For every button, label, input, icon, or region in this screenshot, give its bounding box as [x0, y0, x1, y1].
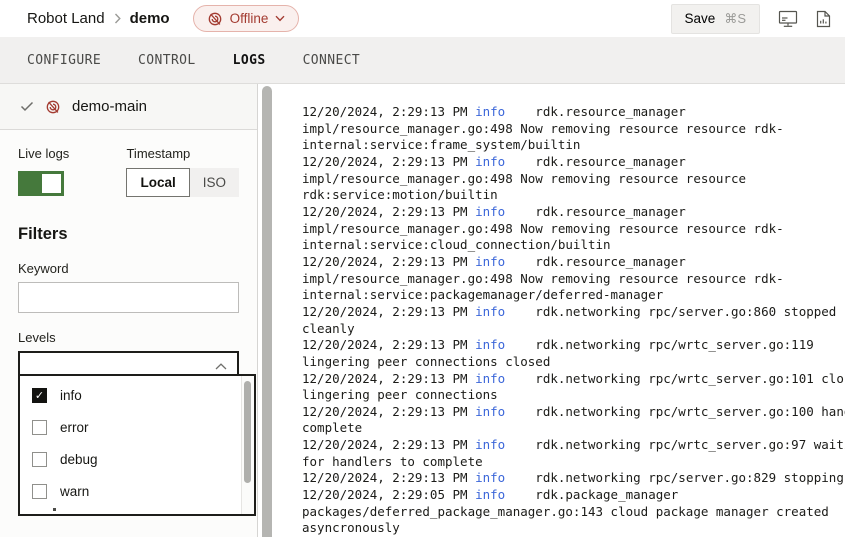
log-level: info: [475, 371, 505, 386]
log-level: info: [475, 254, 505, 269]
chevron-down-icon: [275, 15, 285, 22]
live-logs-label: Live logs: [18, 146, 126, 161]
header-actions: Save ⌘S: [671, 4, 831, 34]
tab-configure[interactable]: CONFIGURE: [27, 53, 101, 68]
log-entry: 12/20/2024, 2:29:13 PM info rdk.networki…: [302, 437, 845, 470]
log-level: info: [475, 404, 505, 419]
toggle-knob: [42, 174, 61, 193]
dropdown-scrollbar-thumb[interactable]: [244, 381, 251, 483]
checkbox-unchecked[interactable]: [32, 484, 47, 499]
app-window: Robot Land demo Offline: [0, 0, 845, 537]
offline-icon: [207, 11, 223, 27]
timestamp-segmented-control: Local ISO: [126, 168, 239, 197]
level-option-debug[interactable]: debug: [20, 443, 254, 475]
save-shortcut: ⌘S: [724, 11, 746, 27]
timestamp-option-local[interactable]: Local: [126, 168, 189, 197]
main-scrollbar-thumb[interactable]: [262, 86, 272, 537]
log-entry: 12/20/2024, 2:29:05 PM info rdk.package_…: [302, 487, 845, 537]
log-entry: 12/20/2024, 2:29:13 PM info rdk.networki…: [302, 371, 845, 404]
log-entry: 12/20/2024, 2:29:13 PM info rdk.resource…: [302, 204, 845, 254]
log-timestamp: 12/20/2024, 2:29:13 PM: [302, 371, 475, 386]
log-level: info: [475, 437, 505, 452]
keyword-input[interactable]: [18, 282, 239, 313]
content-area: demo-main Live logs Timestamp Local ISO: [0, 84, 845, 537]
tab-bar: CONFIGURE CONTROL LOGS CONNECT: [0, 37, 845, 84]
header: Robot Land demo Offline: [0, 0, 845, 37]
level-option-warn[interactable]: warn: [20, 475, 254, 507]
level-option-error[interactable]: error: [20, 411, 254, 443]
breadcrumb-org[interactable]: Robot Land: [27, 10, 105, 27]
machine-part-row[interactable]: demo-main: [0, 84, 257, 130]
log-timestamp: 12/20/2024, 2:29:13 PM: [302, 404, 475, 419]
log-report-icon[interactable]: [816, 10, 831, 28]
filters-title: Filters: [18, 225, 239, 244]
log-entry: 12/20/2024, 2:29:13 PM info rdk.resource…: [302, 154, 845, 204]
level-option-label: info: [60, 388, 82, 403]
log-level: info: [475, 154, 505, 169]
log-level: info: [475, 470, 505, 485]
save-button[interactable]: Save ⌘S: [671, 4, 760, 34]
log-timestamp: 12/20/2024, 2:29:13 PM: [302, 470, 475, 485]
dropdown-scrollbar-track[interactable]: [241, 376, 254, 514]
live-logs-toggle[interactable]: [18, 171, 64, 196]
level-option-label: error: [60, 420, 89, 435]
log-timestamp: 12/20/2024, 2:29:13 PM: [302, 204, 475, 219]
chevron-up-icon: [215, 363, 227, 370]
timestamp-option-iso[interactable]: ISO: [190, 168, 239, 197]
log-level: info: [475, 304, 505, 319]
levels-dropdown: ✓ info error debug warn: [18, 374, 256, 516]
breadcrumb: Robot Land demo Offline: [27, 5, 299, 32]
timestamp-label: Timestamp: [126, 146, 239, 161]
log-message: rdk.networking rpc/server.go:829 stoppin…: [505, 470, 844, 485]
checkbox-unchecked[interactable]: [32, 452, 47, 467]
log-entry: 12/20/2024, 2:29:13 PM info rdk.networki…: [302, 470, 845, 487]
levels-label: Levels: [18, 330, 239, 345]
save-button-label: Save: [685, 11, 716, 26]
log-level: info: [475, 204, 505, 219]
status-badge-label: Offline: [230, 11, 269, 26]
breadcrumb-machine[interactable]: demo: [130, 10, 170, 27]
log-entry: 12/20/2024, 2:29:13 PM info rdk.resource…: [302, 254, 845, 304]
filters-section: Filters Keyword Levels: [0, 225, 257, 382]
part-offline-icon: [45, 99, 61, 115]
log-timestamp: 12/20/2024, 2:29:13 PM: [302, 437, 475, 452]
tab-logs[interactable]: LOGS: [233, 53, 266, 68]
partial-next-option: [53, 508, 56, 511]
log-timestamp: 12/20/2024, 2:29:05 PM: [302, 487, 475, 502]
sidebar: demo-main Live logs Timestamp Local ISO: [0, 84, 258, 537]
log-timestamp: 12/20/2024, 2:29:13 PM: [302, 154, 475, 169]
log-controls: Live logs Timestamp Local ISO: [0, 130, 257, 197]
checkbox-checked[interactable]: ✓: [32, 388, 47, 403]
log-entry: 12/20/2024, 2:29:13 PM info rdk.resource…: [302, 104, 845, 154]
log-timestamp: 12/20/2024, 2:29:13 PM: [302, 337, 475, 352]
tab-control[interactable]: CONTROL: [138, 53, 196, 68]
level-option-info[interactable]: ✓ info: [20, 379, 254, 411]
log-level: info: [475, 487, 505, 502]
log-list: 12/20/2024, 2:29:13 PM info rdk.resource…: [302, 104, 845, 537]
main-scrollbar[interactable]: [258, 84, 277, 537]
checkbox-unchecked[interactable]: [32, 420, 47, 435]
log-level: info: [475, 337, 505, 352]
machine-part-name: demo-main: [72, 98, 147, 115]
level-option-label: warn: [60, 484, 89, 499]
check-icon: [20, 101, 34, 112]
log-entry: 12/20/2024, 2:29:13 PM info rdk.networki…: [302, 304, 845, 337]
log-timestamp: 12/20/2024, 2:29:13 PM: [302, 104, 475, 119]
log-timestamp: 12/20/2024, 2:29:13 PM: [302, 304, 475, 319]
keyword-label: Keyword: [18, 261, 239, 276]
log-entry: 12/20/2024, 2:29:13 PM info rdk.networki…: [302, 404, 845, 437]
log-entry: 12/20/2024, 2:29:13 PM info rdk.networki…: [302, 337, 845, 370]
log-timestamp: 12/20/2024, 2:29:13 PM: [302, 254, 475, 269]
chevron-right-icon: [114, 13, 121, 24]
log-panel: 12/20/2024, 2:29:13 PM info rdk.resource…: [277, 84, 845, 537]
level-option-label: debug: [60, 452, 98, 467]
levels-dropdown-list: ✓ info error debug warn: [20, 376, 254, 507]
log-level: info: [475, 104, 505, 119]
tab-connect[interactable]: CONNECT: [303, 53, 361, 68]
status-badge[interactable]: Offline: [193, 5, 300, 32]
machine-monitor-icon[interactable]: [778, 10, 798, 28]
